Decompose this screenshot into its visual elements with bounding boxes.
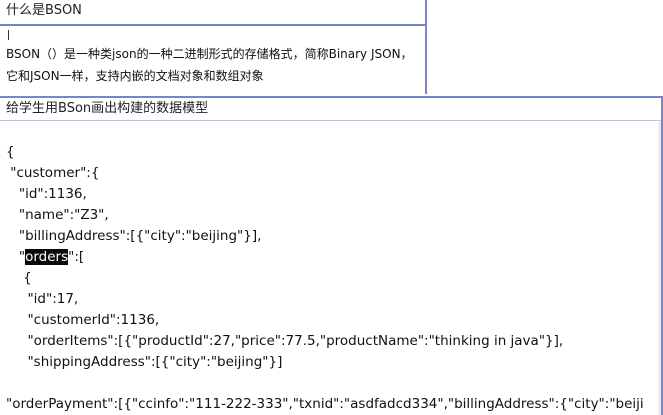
description-line-2: 它和JSON一样，支持内嵌的文档对象和数组对象	[6, 69, 264, 83]
data-model-panel: 给学生用BSon画出构建的数据模型 { "customer":{ "id":11…	[0, 96, 663, 415]
panel-title: 给学生用BSon画出构建的数据模型	[0, 98, 661, 121]
code-line: {	[6, 270, 32, 286]
code-line: "customer":{	[6, 165, 100, 181]
code-line: "name":"Z3",	[6, 207, 109, 223]
text-cursor	[8, 30, 9, 40]
code-line: "orderItems":[{"productId":27,"price":77…	[6, 333, 564, 349]
code-line: "orders":[	[6, 247, 656, 268]
code-line: "customerId":1136,	[6, 312, 160, 328]
panel-title: 什么是BSON	[0, 0, 425, 26]
code-text: "	[6, 249, 26, 265]
code-text: ":[	[68, 249, 85, 265]
selected-text[interactable]: orders	[25, 249, 69, 265]
bson-intro-panel: 什么是BSON BSON（）是一种类json的一种二进制形式的存储格式，简称Bi…	[0, 0, 427, 94]
code-editor[interactable]: { "customer":{ "id":1136, "name":"Z3", "…	[6, 142, 656, 415]
code-line: "id":17,	[6, 291, 79, 307]
code-line: "orderPayment":[{"ccinfo":"111-222-333",…	[6, 396, 644, 412]
code-line: {	[6, 144, 15, 160]
code-line: "shippingAddress":[{"city":"beijing"}]	[6, 354, 283, 370]
code-line: "id":1136,	[6, 186, 87, 202]
code-line: "billingAddress":[{"city":"beijing"}],	[6, 228, 262, 244]
description-line-1: BSON（）是一种类json的一种二进制形式的存储格式，简称Binary JSO…	[6, 47, 413, 61]
scrollbar[interactable]	[658, 122, 661, 415]
